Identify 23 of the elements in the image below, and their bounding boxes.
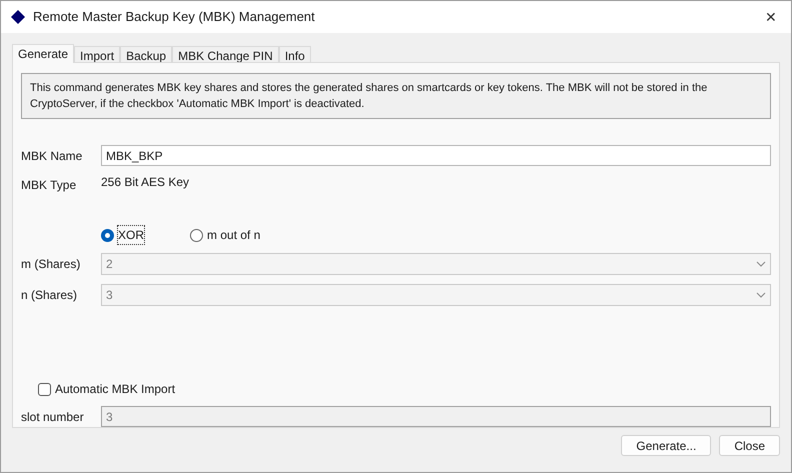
tab[interactable]: MBK Change PIN bbox=[172, 46, 279, 63]
auto-import-checkbox[interactable]: Automatic MBK Import bbox=[38, 380, 771, 398]
chevron-down-icon bbox=[756, 261, 766, 267]
field-label: MBK Type bbox=[21, 177, 78, 194]
diamond-icon bbox=[11, 10, 25, 24]
tab[interactable]: Generate bbox=[12, 44, 74, 63]
field-label: MBK Name bbox=[21, 148, 84, 164]
field-label: slot number bbox=[21, 408, 85, 426]
dialog-button[interactable]: Close bbox=[719, 435, 780, 456]
mbk-type-value: 256 Bit AES Key bbox=[101, 174, 190, 191]
close-button[interactable]: ✕ bbox=[761, 6, 781, 28]
description-text: This command generates MBK key shares and stores the generated shares on smartcards or key tokens. The MBK will not be stored in the CryptoServer, if the checkbox 'Automatic MBK Import' is deactivated. bbox=[21, 73, 771, 119]
field-label: n (Shares) bbox=[21, 287, 78, 304]
window-title: Remote Master Backup Key (MBK) Management bbox=[33, 8, 315, 26]
radio-option[interactable]: XOR bbox=[101, 226, 144, 244]
dialog-button[interactable]: Generate... bbox=[621, 435, 712, 456]
tab[interactable]: Info bbox=[278, 46, 311, 63]
tab[interactable]: Import bbox=[74, 46, 120, 63]
mbk-name-field[interactable]: MBK_BKP bbox=[101, 145, 771, 166]
tab[interactable]: Backup bbox=[120, 46, 172, 63]
radio-option[interactable]: m out of n bbox=[190, 226, 260, 244]
field-label: m (Shares) bbox=[21, 256, 82, 273]
chevron-down-icon bbox=[756, 292, 766, 298]
